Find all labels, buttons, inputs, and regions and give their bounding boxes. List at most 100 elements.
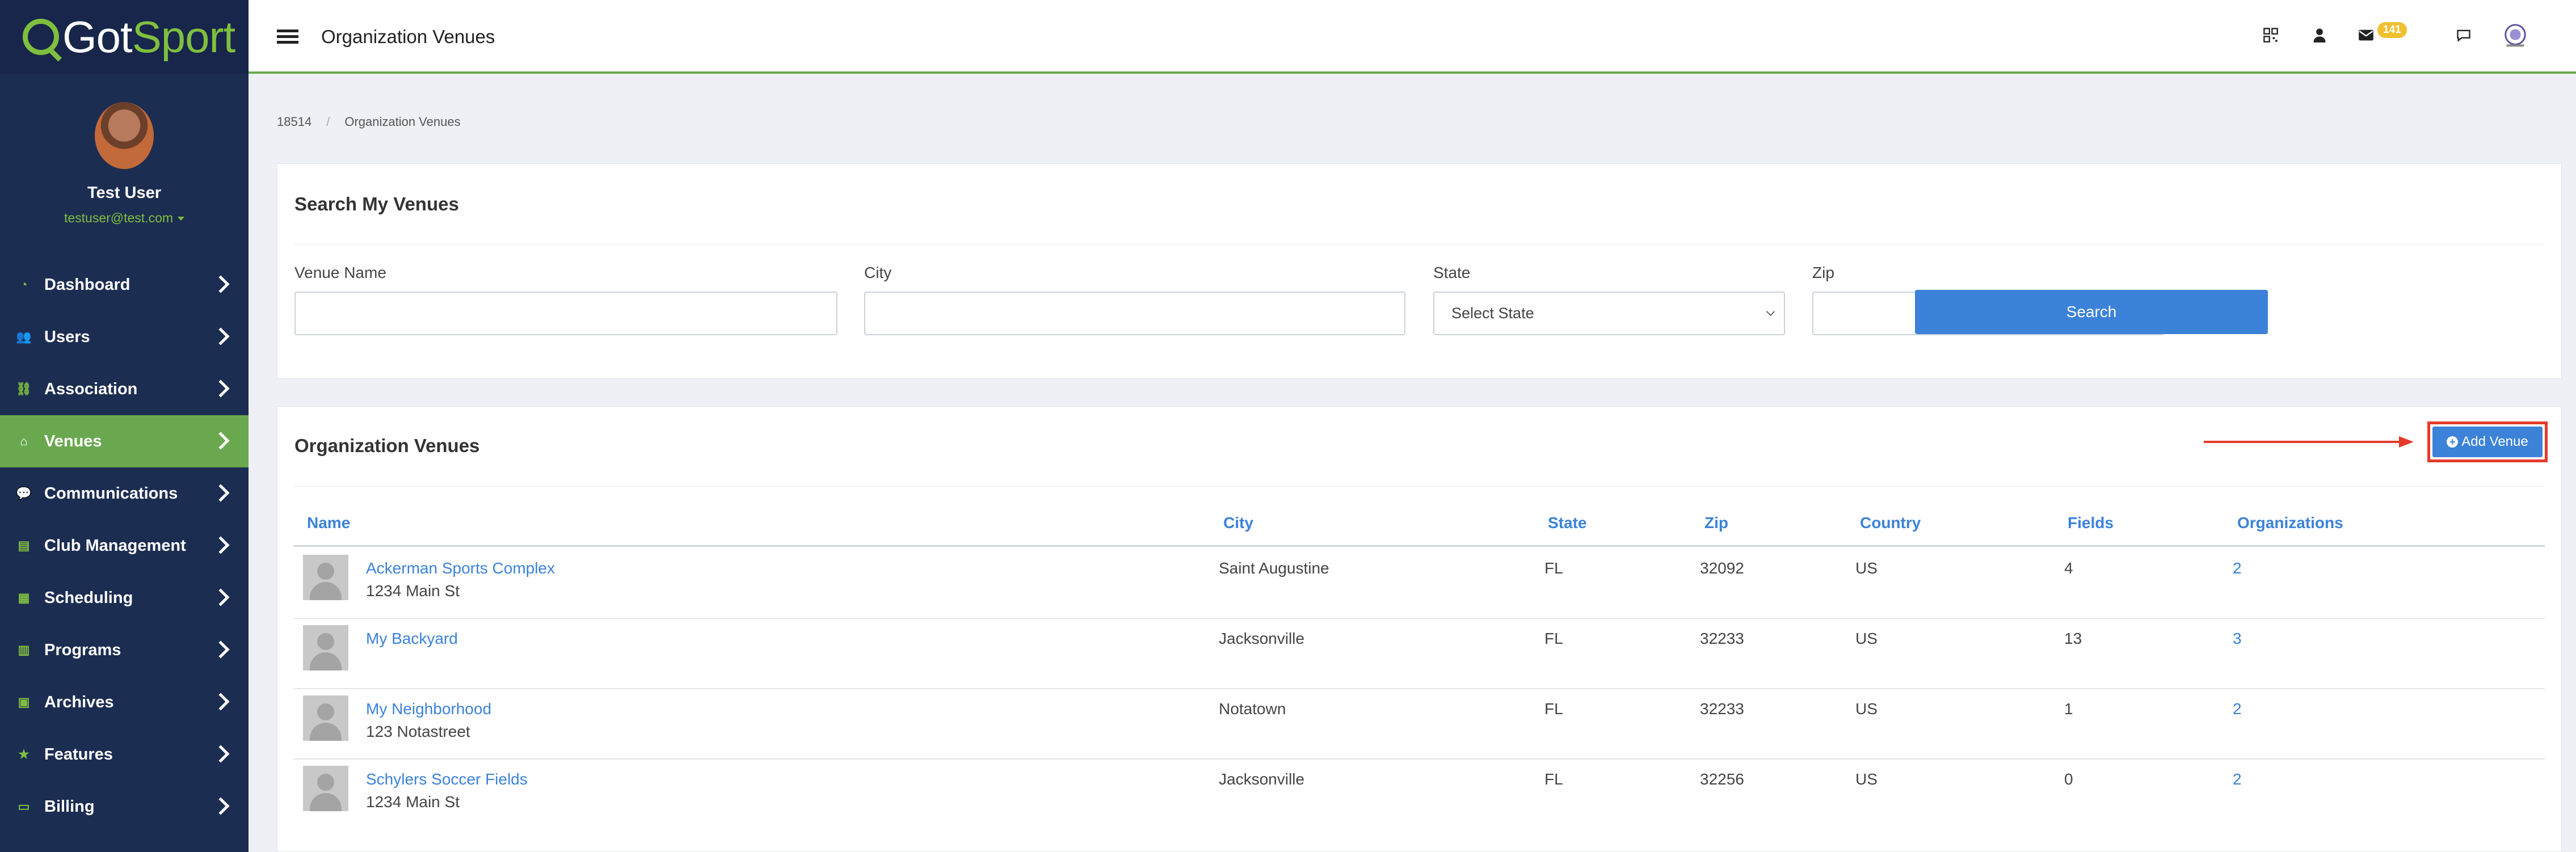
profile-name: Test User: [87, 184, 162, 202]
venues-card-title: Organization Venues: [294, 435, 480, 456]
chevron-right-icon: [212, 693, 230, 711]
column-header-organizations[interactable]: Organizations: [2237, 514, 2343, 532]
venue-thumbnail-placeholder-icon: [303, 555, 348, 600]
sidebar-item-label: Club Management: [44, 536, 186, 555]
venue-address: 123 Notastreet: [366, 723, 470, 740]
sidebar: GotSport Test User testuser@test.com ◔ Da…: [0, 0, 249, 852]
venue-name-input[interactable]: [294, 292, 837, 335]
chevron-right-icon: [212, 379, 230, 398]
sidebar-item-features[interactable]: ★ Features: [0, 728, 249, 781]
logo-text-sport: Sport: [132, 11, 235, 62]
venue-country: US: [1855, 700, 1878, 718]
sidebar-item-association[interactable]: ⛓ Association: [0, 363, 249, 415]
venue-organizations-link[interactable]: 2: [2233, 700, 2242, 718]
venue-zip: 32233: [1700, 700, 1744, 718]
city-input[interactable]: [864, 292, 1405, 335]
venue-name-link[interactable]: My Neighborhood: [366, 700, 491, 718]
archive-icon: ▣: [18, 695, 30, 709]
venue-name-link[interactable]: My Backyard: [366, 630, 458, 648]
sidebar-item-label: Communications: [44, 484, 178, 503]
sidebar-item-venues[interactable]: ⌂ Venues: [0, 415, 249, 467]
logo-text-got: Got: [62, 11, 133, 62]
sidebar-item-label: Scheduling: [44, 588, 133, 607]
search-button[interactable]: Search: [1915, 290, 2268, 334]
users-icon: 👥: [16, 330, 32, 344]
chevron-right-icon: [212, 275, 230, 293]
profile-email-dropdown[interactable]: testuser@test.com: [0, 210, 249, 226]
venue-name-link[interactable]: Schylers Soccer Fields: [366, 770, 528, 788]
row-divider: [294, 618, 2545, 619]
gotsport-logo[interactable]: GotSport: [0, 0, 249, 74]
venue-organizations-link[interactable]: 3: [2233, 630, 2242, 648]
sidebar-item-label: Programs: [44, 640, 121, 659]
sidebar-item-programs[interactable]: ▥ Programs: [0, 624, 249, 676]
association-icon: ⛓: [16, 382, 32, 396]
venue-zip: 32233: [1700, 630, 1744, 647]
breadcrumb-root[interactable]: 18514: [277, 115, 312, 129]
dashboard-icon: ◔: [20, 277, 28, 292]
sidebar-item-label: Dashboard: [44, 275, 131, 294]
chevron-right-icon: [212, 432, 230, 450]
venue-state: FL: [1544, 630, 1563, 647]
column-header-country[interactable]: Country: [1860, 514, 1921, 532]
column-header-fields[interactable]: Fields: [2068, 514, 2114, 532]
add-venue-highlight: + Add Venue: [2427, 421, 2548, 462]
state-label: State: [1433, 264, 1471, 281]
venue-country: US: [1855, 559, 1878, 577]
row-divider: [294, 688, 2545, 689]
sidebar-item-label: Billing: [44, 797, 95, 816]
venue-country: US: [1855, 770, 1878, 788]
profile-email: testuser@test.com: [64, 210, 174, 225]
column-header-city[interactable]: City: [1223, 514, 1253, 532]
sidebar-item-club-management[interactable]: ▤ Club Management: [0, 520, 249, 572]
hamburger-menu-icon[interactable]: [277, 29, 298, 44]
top-bar: Organization Venues: [249, 0, 2576, 74]
sidebar-item-dashboard[interactable]: ◔ Dashboard: [0, 259, 249, 311]
venue-organizations-link[interactable]: 2: [2233, 559, 2242, 577]
sidebar-item-billing[interactable]: ▭ Billing: [0, 781, 249, 833]
sidebar-item-label: Archives: [44, 693, 114, 711]
message-count-badge: 141: [2377, 22, 2407, 38]
organization-venues-card: Organization Venues: [277, 406, 2562, 852]
table-header-divider: [294, 545, 2545, 547]
zip-label: Zip: [1812, 264, 1834, 281]
venue-state: FL: [1544, 559, 1563, 577]
sidebar-item-label: Venues: [44, 432, 102, 450]
organization-logo-icon[interactable]: [2502, 23, 2528, 49]
sidebar-item-users[interactable]: 👥 Users: [0, 311, 249, 363]
venue-state: FL: [1544, 770, 1563, 788]
chat-icon[interactable]: [2456, 27, 2472, 43]
chevron-right-icon: [212, 640, 230, 659]
caret-down-icon: [178, 217, 185, 221]
venue-organizations-link[interactable]: 2: [2233, 770, 2242, 788]
logo-mark-icon: [23, 19, 59, 55]
column-header-zip[interactable]: Zip: [1704, 514, 1728, 532]
add-venue-button[interactable]: + Add Venue: [2432, 427, 2543, 457]
venue-fields: 4: [2064, 559, 2073, 577]
venue-thumbnail-placeholder-icon: [303, 625, 348, 670]
envelope-icon[interactable]: [2358, 27, 2374, 43]
venue-city: Saint Augustine: [1219, 559, 1329, 577]
chevron-right-icon: [212, 327, 230, 345]
chevron-right-icon: [212, 588, 230, 606]
sidebar-item-archives[interactable]: ▣ Archives: [0, 676, 249, 728]
calendar-icon: ▦: [18, 591, 30, 605]
venue-name-link[interactable]: Ackerman Sports Complex: [366, 559, 555, 577]
column-header-state[interactable]: State: [1548, 514, 1586, 532]
venue-country: US: [1855, 630, 1878, 647]
venue-zip: 32256: [1700, 770, 1744, 788]
column-header-name[interactable]: Name: [307, 514, 350, 532]
qr-code-icon[interactable]: [2263, 27, 2279, 43]
avatar[interactable]: [95, 102, 154, 169]
star-icon: ★: [18, 747, 30, 761]
plus-circle-icon: +: [2447, 436, 2459, 448]
user-icon[interactable]: [2312, 27, 2327, 43]
venue-state: FL: [1544, 700, 1563, 718]
sidebar-item-scheduling[interactable]: ▦ Scheduling: [0, 572, 249, 624]
sidebar-item-communications[interactable]: 💬 Communications: [0, 467, 249, 520]
breadcrumb: 18514/Organization Venues: [277, 115, 461, 129]
document-icon: ▥: [18, 643, 30, 657]
home-icon: ⌂: [20, 434, 28, 448]
state-select[interactable]: Select State: [1433, 292, 1785, 335]
venue-city: Jacksonville: [1219, 630, 1304, 647]
